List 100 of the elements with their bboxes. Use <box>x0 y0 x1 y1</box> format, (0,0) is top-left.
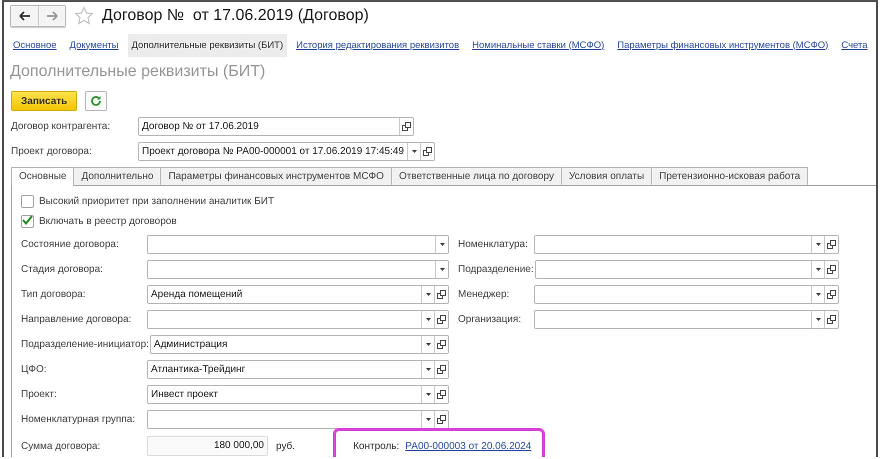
dropdown-button[interactable] <box>421 386 434 402</box>
caret-icon <box>816 242 820 246</box>
caret-icon <box>426 292 430 296</box>
caret-icon <box>816 318 820 320</box>
input-field[interactable] <box>147 410 449 428</box>
tab[interactable]: Основные <box>11 167 74 186</box>
input-field[interactable] <box>534 260 839 278</box>
refresh-icon <box>90 95 102 107</box>
input-field[interactable]: Проект договора № РА00-000001 от 17.06.2019 17:45:49 <box>138 142 435 160</box>
caret-icon <box>426 418 430 420</box>
tab[interactable]: Дополнительно <box>73 167 162 185</box>
open-button[interactable] <box>824 310 838 328</box>
input-field[interactable]: 180 000,00 <box>147 436 268 456</box>
field-value: Договор № от 17.06.2019 <box>141 120 260 134</box>
nav-link[interactable]: Параметры финансовых инструментов (МСФО) <box>613 34 832 56</box>
caret-icon <box>426 318 430 320</box>
dropdown-button[interactable] <box>811 286 824 302</box>
refresh-button[interactable] <box>85 91 108 111</box>
input-field[interactable] <box>534 234 839 254</box>
open-window-icon <box>437 390 446 398</box>
field-label: Сумма договора: <box>21 440 102 452</box>
field-label: Стадия договора: <box>21 264 104 274</box>
nav-link[interactable]: Счета <box>837 34 872 56</box>
checkbox[interactable] <box>21 194 34 208</box>
dropdown-button[interactable] <box>435 260 448 278</box>
right-arrow-icon <box>46 11 58 21</box>
field-label: Направление договора: <box>21 314 132 324</box>
open-button[interactable] <box>434 336 448 352</box>
field-value: Проект договора № РА00-000001 от 17.06.2019 17:45:49 <box>141 144 405 158</box>
checkbox-label: Высокий приоритет при заполнении аналитик БИТ <box>39 196 274 206</box>
open-window-icon <box>402 122 411 130</box>
input-field[interactable] <box>534 284 839 304</box>
dropdown-button[interactable] <box>421 360 434 378</box>
open-button[interactable] <box>434 360 448 378</box>
field-label: Номенклатурная группа: <box>21 414 136 424</box>
input-field[interactable] <box>147 310 449 328</box>
field-value: Инвест проект <box>150 388 219 402</box>
tab[interactable]: Ответственные лица по договору <box>390 167 562 185</box>
nav-link[interactable]: История редактирования реквизитов <box>292 34 464 56</box>
open-button[interactable] <box>420 142 434 160</box>
star-icon[interactable] <box>74 6 94 26</box>
field-label: Состояние договора: <box>21 238 120 250</box>
dropdown-button[interactable] <box>811 236 824 252</box>
open-button[interactable] <box>824 236 838 252</box>
field-label: Организация: <box>458 314 522 324</box>
field-value: Атлантика-Трейдинг <box>150 362 246 376</box>
open-window-icon <box>437 314 446 324</box>
field-value: Администрация <box>152 338 228 352</box>
field-label: ЦФО: <box>21 364 48 374</box>
dropdown-button[interactable] <box>435 236 448 252</box>
open-window-icon <box>437 414 446 424</box>
nav-link[interactable]: Номинальные ставки (МСФО) <box>468 34 608 56</box>
open-button[interactable] <box>399 118 413 134</box>
section-title: Дополнительные реквизиты (БИТ) <box>9 62 266 82</box>
dropdown-button[interactable] <box>421 410 434 428</box>
input-field[interactable] <box>147 234 449 254</box>
open-button[interactable] <box>434 410 448 428</box>
input-field[interactable] <box>534 310 839 328</box>
open-window-icon <box>423 146 432 156</box>
open-button[interactable] <box>824 286 838 302</box>
open-button[interactable] <box>434 286 448 302</box>
caret-icon <box>816 292 820 296</box>
open-window-icon <box>827 290 836 298</box>
open-button[interactable] <box>824 260 838 278</box>
nav-link[interactable]: Документы <box>66 34 123 56</box>
control-label: Контроль: <box>353 440 400 452</box>
open-button[interactable] <box>434 310 448 328</box>
dropdown-button[interactable] <box>811 260 824 278</box>
open-window-icon <box>437 290 446 298</box>
tab[interactable]: Претензионно-исковая работа <box>651 167 808 185</box>
input-field[interactable]: Договор № от 17.06.2019 <box>138 116 414 136</box>
field-label: Менеджер: <box>458 288 510 300</box>
caret-icon <box>426 368 430 370</box>
back-button[interactable] <box>11 6 38 26</box>
dropdown-button[interactable] <box>421 310 434 328</box>
checkbox-label: Включать в реестр договоров <box>39 216 177 226</box>
input-field[interactable]: Инвест проект <box>147 384 449 404</box>
tab[interactable]: Параметры финансовых инструментов МСФО <box>160 167 392 185</box>
field-label: Тип договора: <box>21 288 86 300</box>
window-title: Договор № от 17.06.2019 (Договор) <box>102 7 369 25</box>
left-arrow-icon <box>18 11 30 21</box>
input-field[interactable] <box>147 260 449 278</box>
input-field[interactable]: Аренда помещений <box>147 284 449 304</box>
unit-label: руб. <box>276 440 296 452</box>
dropdown-button[interactable] <box>421 286 434 302</box>
dropdown-button[interactable] <box>811 310 824 328</box>
checkbox[interactable] <box>21 214 34 228</box>
dropdown-button[interactable] <box>421 336 434 352</box>
caret-icon <box>440 268 444 270</box>
input-field[interactable]: Администрация <box>150 334 449 354</box>
input-field[interactable]: Атлантика-Трейдинг <box>147 360 449 378</box>
tab[interactable]: Условия оплаты <box>560 167 652 185</box>
document-link[interactable]: РА00-000003 от 20.06.2024 <box>405 440 532 452</box>
open-button[interactable] <box>434 386 448 402</box>
dropdown-button[interactable] <box>407 142 420 160</box>
nav-link[interactable]: Дополнительные реквизиты (БИТ) <box>128 34 288 56</box>
caret-icon <box>412 150 416 152</box>
open-window-icon <box>827 264 836 274</box>
save-button[interactable]: Записать <box>11 91 78 111</box>
nav-link[interactable]: Основное <box>9 34 61 56</box>
